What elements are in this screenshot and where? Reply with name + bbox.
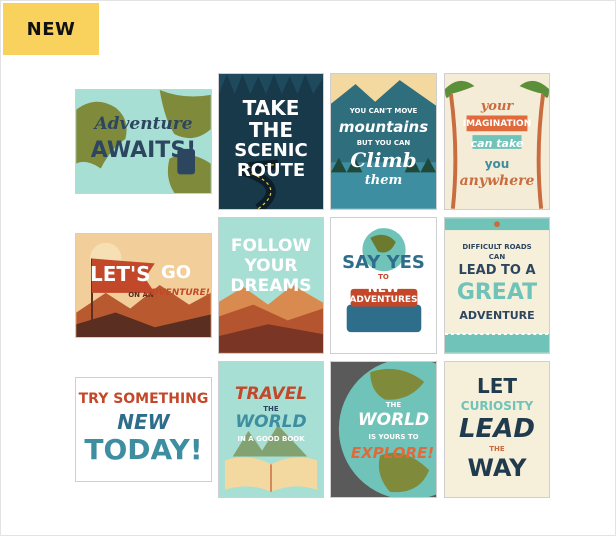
poster-line: CURIOSITY xyxy=(460,399,534,413)
poster-line: TRAVEL xyxy=(234,384,308,404)
poster-adventure-awaits[interactable]: Adventure AWAITS! xyxy=(75,89,212,194)
poster-follow-your-dreams[interactable]: FOLLOW YOUR DREAMS xyxy=(218,217,324,354)
poster-line: you xyxy=(484,157,510,171)
poster-world-is-yours[interactable]: THE WORLD IS YOURS TO EXPLORE! xyxy=(330,361,437,498)
poster-line: LET'S xyxy=(90,262,151,286)
poster-take-the-scenic-route[interactable]: TAKE THE SCENIC ROUTE xyxy=(218,73,324,210)
poster-line: NEW xyxy=(367,281,400,295)
poster-line: THE xyxy=(489,445,505,453)
poster-line: IS YOURS TO xyxy=(368,433,419,441)
poster-line: NEW xyxy=(117,410,170,434)
poster-line: DREAMS xyxy=(230,276,312,296)
poster-line: DIFFICULT ROADS xyxy=(462,243,532,251)
poster-line: YOU CAN'T MOVE xyxy=(349,107,418,115)
poster-line: anywhere xyxy=(459,173,535,189)
poster-line: can take xyxy=(470,137,524,150)
poster-line: SAY YES xyxy=(342,252,425,273)
poster-line: LEAD TO A xyxy=(458,263,536,278)
poster-line: ROUTE xyxy=(236,160,306,181)
poster-line: LET xyxy=(476,374,518,398)
poster-let-curiosity[interactable]: LET CURIOSITY LEAD THE WAY xyxy=(444,361,550,498)
poster-difficult-roads[interactable]: DIFFICULT ROADS CAN LEAD TO A GREAT ADVE… xyxy=(444,217,550,354)
poster-line: GO xyxy=(160,262,192,283)
poster-line: your xyxy=(480,99,514,114)
poster-line: THE xyxy=(248,118,294,142)
poster-line: TAKE xyxy=(242,96,300,120)
poster-imagination[interactable]: your IMAGINATION can take you anywhere xyxy=(444,73,550,210)
poster-line: WAY xyxy=(467,454,527,482)
page-frame: NEW Adventure AWAITS! TAKE THE SCENIC RO… xyxy=(0,0,616,536)
poster-line: WORLD xyxy=(357,410,430,430)
poster-line: GREAT xyxy=(456,280,538,305)
poster-line: WORLD xyxy=(235,412,307,432)
poster-line: TODAY! xyxy=(84,433,203,466)
new-badge-label: NEW xyxy=(26,18,76,40)
poster-line: ADVENTURE! xyxy=(144,288,210,298)
poster-line: them xyxy=(364,173,403,188)
poster-line: IMAGINATION xyxy=(462,119,532,129)
poster-line: BUT YOU CAN xyxy=(356,139,411,147)
poster-line: THE xyxy=(385,401,402,409)
poster-travel-the-world[interactable]: TRAVEL THE WORLD IN A GOOD BOOK xyxy=(218,361,324,498)
poster-line: TRY SOMETHING xyxy=(78,391,209,407)
poster-line: ADVENTURE xyxy=(459,309,535,322)
poster-line: EXPLORE! xyxy=(350,444,435,462)
poster-line: TO xyxy=(378,273,389,281)
poster-line: SCENIC xyxy=(234,140,308,161)
poster-say-yes[interactable]: SAY YES TO NEW ADVENTURES xyxy=(330,217,437,354)
poster-line: Climb xyxy=(350,148,417,172)
poster-line: ADVENTURES xyxy=(349,295,418,305)
poster-line: mountains xyxy=(338,118,429,136)
new-badge: NEW xyxy=(3,3,99,55)
poster-line: IN A GOOD BOOK xyxy=(237,435,305,443)
poster-lets-go[interactable]: LET'S GO ON AN ADVENTURE! xyxy=(75,233,212,338)
poster-line: YOUR xyxy=(244,256,298,276)
poster-climb-mountains[interactable]: YOU CAN'T MOVE mountains BUT YOU CAN Cli… xyxy=(330,73,437,210)
poster-line: AWAITS! xyxy=(90,138,197,163)
poster-line: Adventure xyxy=(94,114,193,134)
poster-line: FOLLOW xyxy=(230,236,312,256)
poster-line: LEAD xyxy=(458,414,536,444)
poster-line: CAN xyxy=(488,253,506,261)
poster-try-something-new[interactable]: TRY SOMETHING NEW TODAY! xyxy=(75,377,212,482)
